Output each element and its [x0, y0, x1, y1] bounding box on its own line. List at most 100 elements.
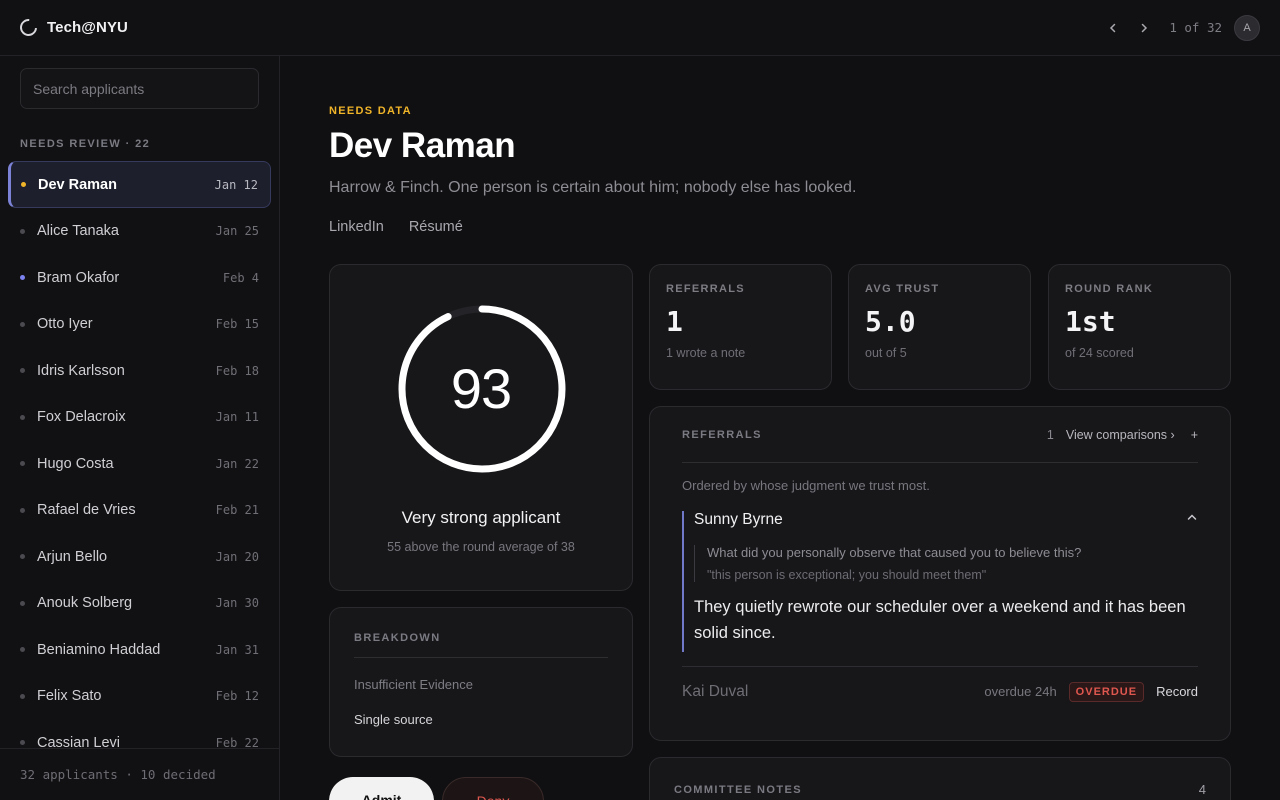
chevron-up-icon[interactable] — [1186, 511, 1198, 526]
chevron-right-icon[interactable] — [1128, 13, 1159, 43]
stat-sub: 1 wrote a note — [666, 346, 746, 360]
applicant-subtitle: Harrow & Finch. One person is certain ab… — [329, 179, 857, 196]
applicant-list-item[interactable]: Bram Okafor Feb 4 — [8, 255, 271, 302]
breakdown-evidence: Insufficient Evidence — [354, 677, 473, 692]
applicant-list-item[interactable]: Otto Iyer Feb 15 — [8, 301, 271, 348]
status-dot — [20, 275, 25, 281]
applicant-name: Idris Karlsson — [37, 362, 125, 379]
status-dot — [20, 507, 25, 513]
section-label: NEEDS REVIEW · 22 — [20, 138, 151, 150]
applicant-date: Feb 12 — [215, 689, 259, 704]
applicant-name: Dev Raman — [38, 176, 117, 193]
referral-question-block: What did you personally observe that cau… — [694, 545, 1198, 582]
applicant-list-item[interactable]: Dev Raman Jan 12 — [8, 161, 271, 208]
applicant-list-item[interactable]: Felix Sato Feb 12 — [8, 673, 271, 720]
pager-text: 1 of 32 — [1169, 20, 1222, 35]
sidebar: NEEDS REVIEW · 22 Dev Raman Jan 12 Alice T… — [0, 56, 280, 800]
sidebar-footer: 32 applicants · 10 decided — [0, 748, 279, 800]
status-dot — [20, 693, 25, 699]
deny-button[interactable]: Deny — [442, 777, 544, 800]
admit-button[interactable]: Admit — [329, 777, 434, 800]
applicant-list-item[interactable]: Arjun Bello Jan 20 — [8, 534, 271, 581]
add-referral-button[interactable]: + — [1191, 428, 1198, 442]
status-dot — [20, 461, 25, 467]
applicant-date: Feb 18 — [215, 363, 259, 378]
breakdown-card: BREAKDOWN Insufficient Evidence Single s… — [329, 607, 633, 757]
applicant-name: Otto Iyer — [37, 316, 93, 333]
applicant-date: Jan 11 — [215, 410, 259, 425]
stat-value: 1st — [1065, 305, 1116, 338]
main-panel: NEEDS DATA Dev Raman Harrow & Finch. One… — [280, 56, 1280, 800]
chevron-left-icon[interactable] — [1097, 13, 1128, 43]
applicant-date: Jan 20 — [215, 549, 259, 564]
applicant-name: Alice Tanaka — [37, 223, 119, 240]
applicant-list-item[interactable]: Rafael de Vries Feb 21 — [8, 487, 271, 534]
applicant-name: Beniamino Haddad — [37, 641, 161, 658]
brand-name: Tech@NYU — [47, 19, 128, 36]
stat-avg-trust: AVG TRUST 5.0 out of 5 — [848, 264, 1031, 390]
referrals-count: 1 — [1046, 427, 1054, 442]
status-dot — [20, 600, 25, 606]
breakdown-label: BREAKDOWN — [354, 632, 608, 658]
referrer-name[interactable]: Sunny Byrne — [694, 511, 1198, 529]
stat-value: 1 — [666, 305, 683, 338]
applicant-date: Jan 22 — [215, 456, 259, 471]
overdue-text: overdue 24h — [984, 684, 1057, 699]
applicant-name: Anouk Solberg — [37, 595, 133, 612]
overdue-badge: OVERDUE — [1068, 681, 1145, 702]
score-verdict: Very strong applicant — [401, 508, 561, 527]
applicant-name: Fox Delacroix — [37, 409, 126, 426]
committee-notes-count: 4 — [1198, 782, 1206, 797]
referral-answer: They quietly rewrote our scheduler over … — [694, 598, 1186, 642]
stat-sub: out of 5 — [865, 346, 907, 360]
applicant-date: Feb 21 — [215, 503, 259, 518]
applicant-list-item[interactable]: Anouk Solberg Jan 30 — [8, 580, 271, 627]
stat-label: AVG TRUST — [865, 283, 940, 295]
applicant-list-item[interactable]: Hugo Costa Jan 22 — [8, 441, 271, 488]
pending-referral: Kai Duval overdue 24h OVERDUE Record — [682, 666, 1198, 716]
top-bar: Tech@NYU 1 of 32 A — [0, 0, 1280, 56]
brand-logo-icon — [16, 15, 41, 40]
applicant-name: Bram Okafor — [37, 269, 120, 286]
referrals-header: REFERRALS 1 View comparisons › + — [682, 407, 1198, 463]
avatar[interactable]: A — [1234, 14, 1260, 41]
applicant-date: Feb 15 — [215, 317, 259, 332]
status-dot — [20, 368, 25, 374]
search-input[interactable] — [20, 68, 259, 109]
applicant-name: Dev Raman — [329, 126, 516, 165]
applicant-date: Jan 25 — [215, 224, 259, 239]
referrals-label: REFERRALS — [682, 428, 762, 441]
referral-question: What did you personally observe that cau… — [707, 545, 1082, 560]
stat-value: 5.0 — [865, 305, 916, 338]
profile-links: LinkedIn Résumé — [329, 219, 463, 235]
referral-entry: Sunny Byrne What did you personally obse… — [682, 511, 1198, 652]
resume-link[interactable]: Résumé — [409, 219, 463, 235]
committee-notes-label: COMMITTEE NOTES — [674, 784, 802, 796]
applicant-list-item[interactable]: Beniamino Haddad Jan 31 — [8, 627, 271, 674]
referrals-ordering-note: Ordered by whose judgment we trust most. — [682, 478, 930, 493]
linkedin-link[interactable]: LinkedIn — [329, 219, 384, 235]
applicant-date: Jan 30 — [215, 596, 259, 611]
applicant-date: Feb 4 — [222, 270, 259, 285]
applicant-list-item[interactable]: Fox Delacroix Jan 11 — [8, 394, 271, 441]
stat-round-rank: ROUND RANK 1st of 24 scored — [1048, 264, 1231, 390]
record-button[interactable]: Record — [1156, 684, 1198, 699]
applicant-name: Felix Sato — [37, 688, 102, 705]
applicant-name: Hugo Costa — [37, 455, 114, 472]
status-dot — [20, 554, 25, 560]
status-dot — [21, 182, 26, 187]
applicant-date: Jan 12 — [214, 177, 258, 192]
view-comparisons-link[interactable]: View comparisons › — [1066, 428, 1175, 442]
committee-notes-card[interactable]: COMMITTEE NOTES 4 — [649, 757, 1231, 800]
status-dot — [20, 647, 25, 653]
score-card: 93 Very strong applicant 55 above the ro… — [329, 264, 633, 591]
applicant-date: Jan 31 — [215, 642, 259, 657]
stat-label: ROUND RANK — [1065, 283, 1154, 295]
status-dot — [20, 414, 25, 420]
stat-sub: of 24 scored — [1065, 346, 1134, 360]
status-dot — [20, 228, 25, 234]
brand[interactable]: Tech@NYU — [16, 15, 128, 40]
applicant-name: Rafael de Vries — [37, 502, 136, 519]
applicant-list-item[interactable]: Idris Karlsson Feb 18 — [8, 348, 271, 395]
applicant-list-item[interactable]: Alice Tanaka Jan 25 — [8, 208, 271, 255]
